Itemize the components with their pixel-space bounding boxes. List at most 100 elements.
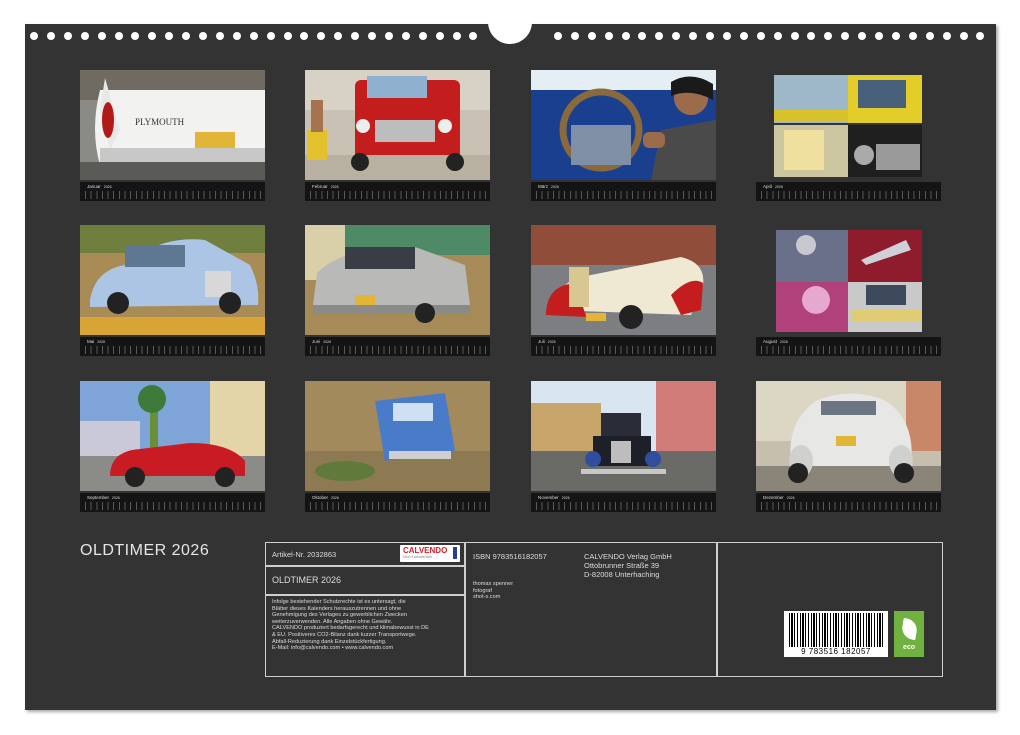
binding-hole: [351, 32, 359, 40]
month-year: 2026: [551, 185, 559, 189]
photo-blue-car-aerial: [305, 381, 490, 491]
month-strip: Mai2026: [80, 337, 265, 356]
legal-line: E-Mail: info@calvendo.com • www.calvendo…: [272, 645, 462, 652]
photo-hood-ornament-collage: [756, 225, 941, 335]
photo-white-beetle: [756, 381, 941, 491]
day-grid: [310, 502, 486, 510]
month-strip: August2026: [756, 337, 941, 356]
month-strip: Oktober2026: [305, 493, 490, 512]
binding-hole: [98, 32, 106, 40]
binding-hole: [740, 32, 748, 40]
binding-hole: [131, 32, 139, 40]
binding-hole: [469, 32, 477, 40]
author-line: thomas spenner: [473, 581, 513, 588]
binding-hole: [622, 32, 630, 40]
divider: [716, 543, 718, 676]
month-year: 2026: [104, 185, 112, 189]
info-box: Artikel-Nr. 2032863 CALVENDO Mein Kalend…: [265, 542, 943, 677]
binding-hole: [841, 32, 849, 40]
binding-hole: [638, 32, 646, 40]
eco-badge: eco: [894, 611, 924, 657]
barcode-number: 9 783516 182057: [784, 647, 888, 656]
binding-hole: [605, 32, 613, 40]
month-label: Juli2026: [538, 339, 556, 344]
divider: [464, 543, 466, 676]
day-grid: [761, 502, 937, 510]
publisher-line: Ottobrunner Straße 39: [584, 561, 672, 570]
month-strip: Dezember2026: [756, 493, 941, 512]
binding-hole: [216, 32, 224, 40]
month-strip: November2026: [531, 493, 716, 512]
day-grid: [85, 502, 261, 510]
barcode-bars: [789, 613, 883, 647]
month-thumb-september: September2026: [80, 381, 265, 512]
day-grid: [536, 502, 712, 510]
calendar-back-sheet: PLYMOUTH Januar2026: [25, 24, 996, 710]
binding-hole: [300, 32, 308, 40]
photo-blue-mercedes: [80, 225, 265, 335]
month-year: 2026: [562, 496, 570, 500]
month-label: Januar2026: [87, 184, 112, 189]
binding-hole: [233, 32, 241, 40]
binding-hole: [554, 32, 562, 40]
author-line: shot-s.com: [473, 594, 513, 601]
binding-hole: [436, 32, 444, 40]
month-thumb-october: Oktober2026: [305, 381, 490, 512]
legal-line: Infolge bestehender Schutzrechte ist es …: [272, 599, 462, 606]
month-year: 2026: [548, 340, 556, 344]
binding-hole: [199, 32, 207, 40]
legal-line: weiterzuverwenden. Alle Angaben ohne Gew…: [272, 619, 462, 626]
photo-red-convertible: [80, 381, 265, 491]
day-grid: [761, 191, 937, 199]
month-strip: Juni2026: [305, 337, 490, 356]
month-label: Oktober2026: [312, 495, 339, 500]
binding-hole: [875, 32, 883, 40]
isbn: ISBN 9783516182057: [473, 552, 547, 561]
legal-line: Genehmigung des Verlages zu gewerblichen…: [272, 612, 462, 619]
month-thumb-november: November2026: [531, 381, 716, 512]
month-label: Februar2026: [312, 184, 339, 189]
month-thumb-may: Mai2026: [80, 225, 265, 356]
month-thumb-december: Dezember2026: [756, 381, 941, 512]
binding-hole: [824, 32, 832, 40]
month-year: 2026: [323, 340, 331, 344]
binding-hole: [689, 32, 697, 40]
binding-hole: [267, 32, 275, 40]
svg-text:PLYMOUTH: PLYMOUTH: [135, 117, 185, 127]
month-label: Juni2026: [312, 339, 331, 344]
month-year: 2026: [97, 340, 105, 344]
eco-label: eco: [894, 644, 924, 651]
photo-red-truck: [305, 70, 490, 180]
month-strip: April2026: [756, 182, 941, 201]
month-label: März2026: [538, 184, 559, 189]
photo-woman-steering-wheel: [531, 70, 716, 180]
binding-hole: [588, 32, 596, 40]
binding-hole: [148, 32, 156, 40]
binding-hole: [757, 32, 765, 40]
binding-hole: [960, 32, 968, 40]
month-year: 2026: [331, 496, 339, 500]
binding-hole: [976, 32, 984, 40]
binding-hole: [706, 32, 714, 40]
binding-hole: [909, 32, 917, 40]
binding-hole: [655, 32, 663, 40]
logo-subtext: Mein Kalenderwelt: [403, 555, 432, 559]
month-year: 2026: [780, 340, 788, 344]
divider: [266, 565, 464, 567]
binding-hole: [385, 32, 393, 40]
legal-line: CALVENDO produziert bedarfsgerecht und k…: [272, 625, 462, 632]
binding-hole: [791, 32, 799, 40]
month-year: 2026: [787, 496, 795, 500]
binding-hole: [453, 32, 461, 40]
binding-hole: [250, 32, 258, 40]
month-label: November2026: [538, 495, 570, 500]
month-thumb-february: Februar2026: [305, 70, 490, 201]
month-strip: März2026: [531, 182, 716, 201]
photo-cream-convertible: [531, 225, 716, 335]
publisher-block: CALVENDO Verlag GmbH Ottobrunner Straße …: [584, 552, 672, 579]
binding-hole: [892, 32, 900, 40]
month-thumb-march: März2026: [531, 70, 716, 201]
month-label: Dezember2026: [763, 495, 795, 500]
photo-yellow-car-collage: [756, 70, 941, 180]
month-year: 2026: [775, 185, 783, 189]
